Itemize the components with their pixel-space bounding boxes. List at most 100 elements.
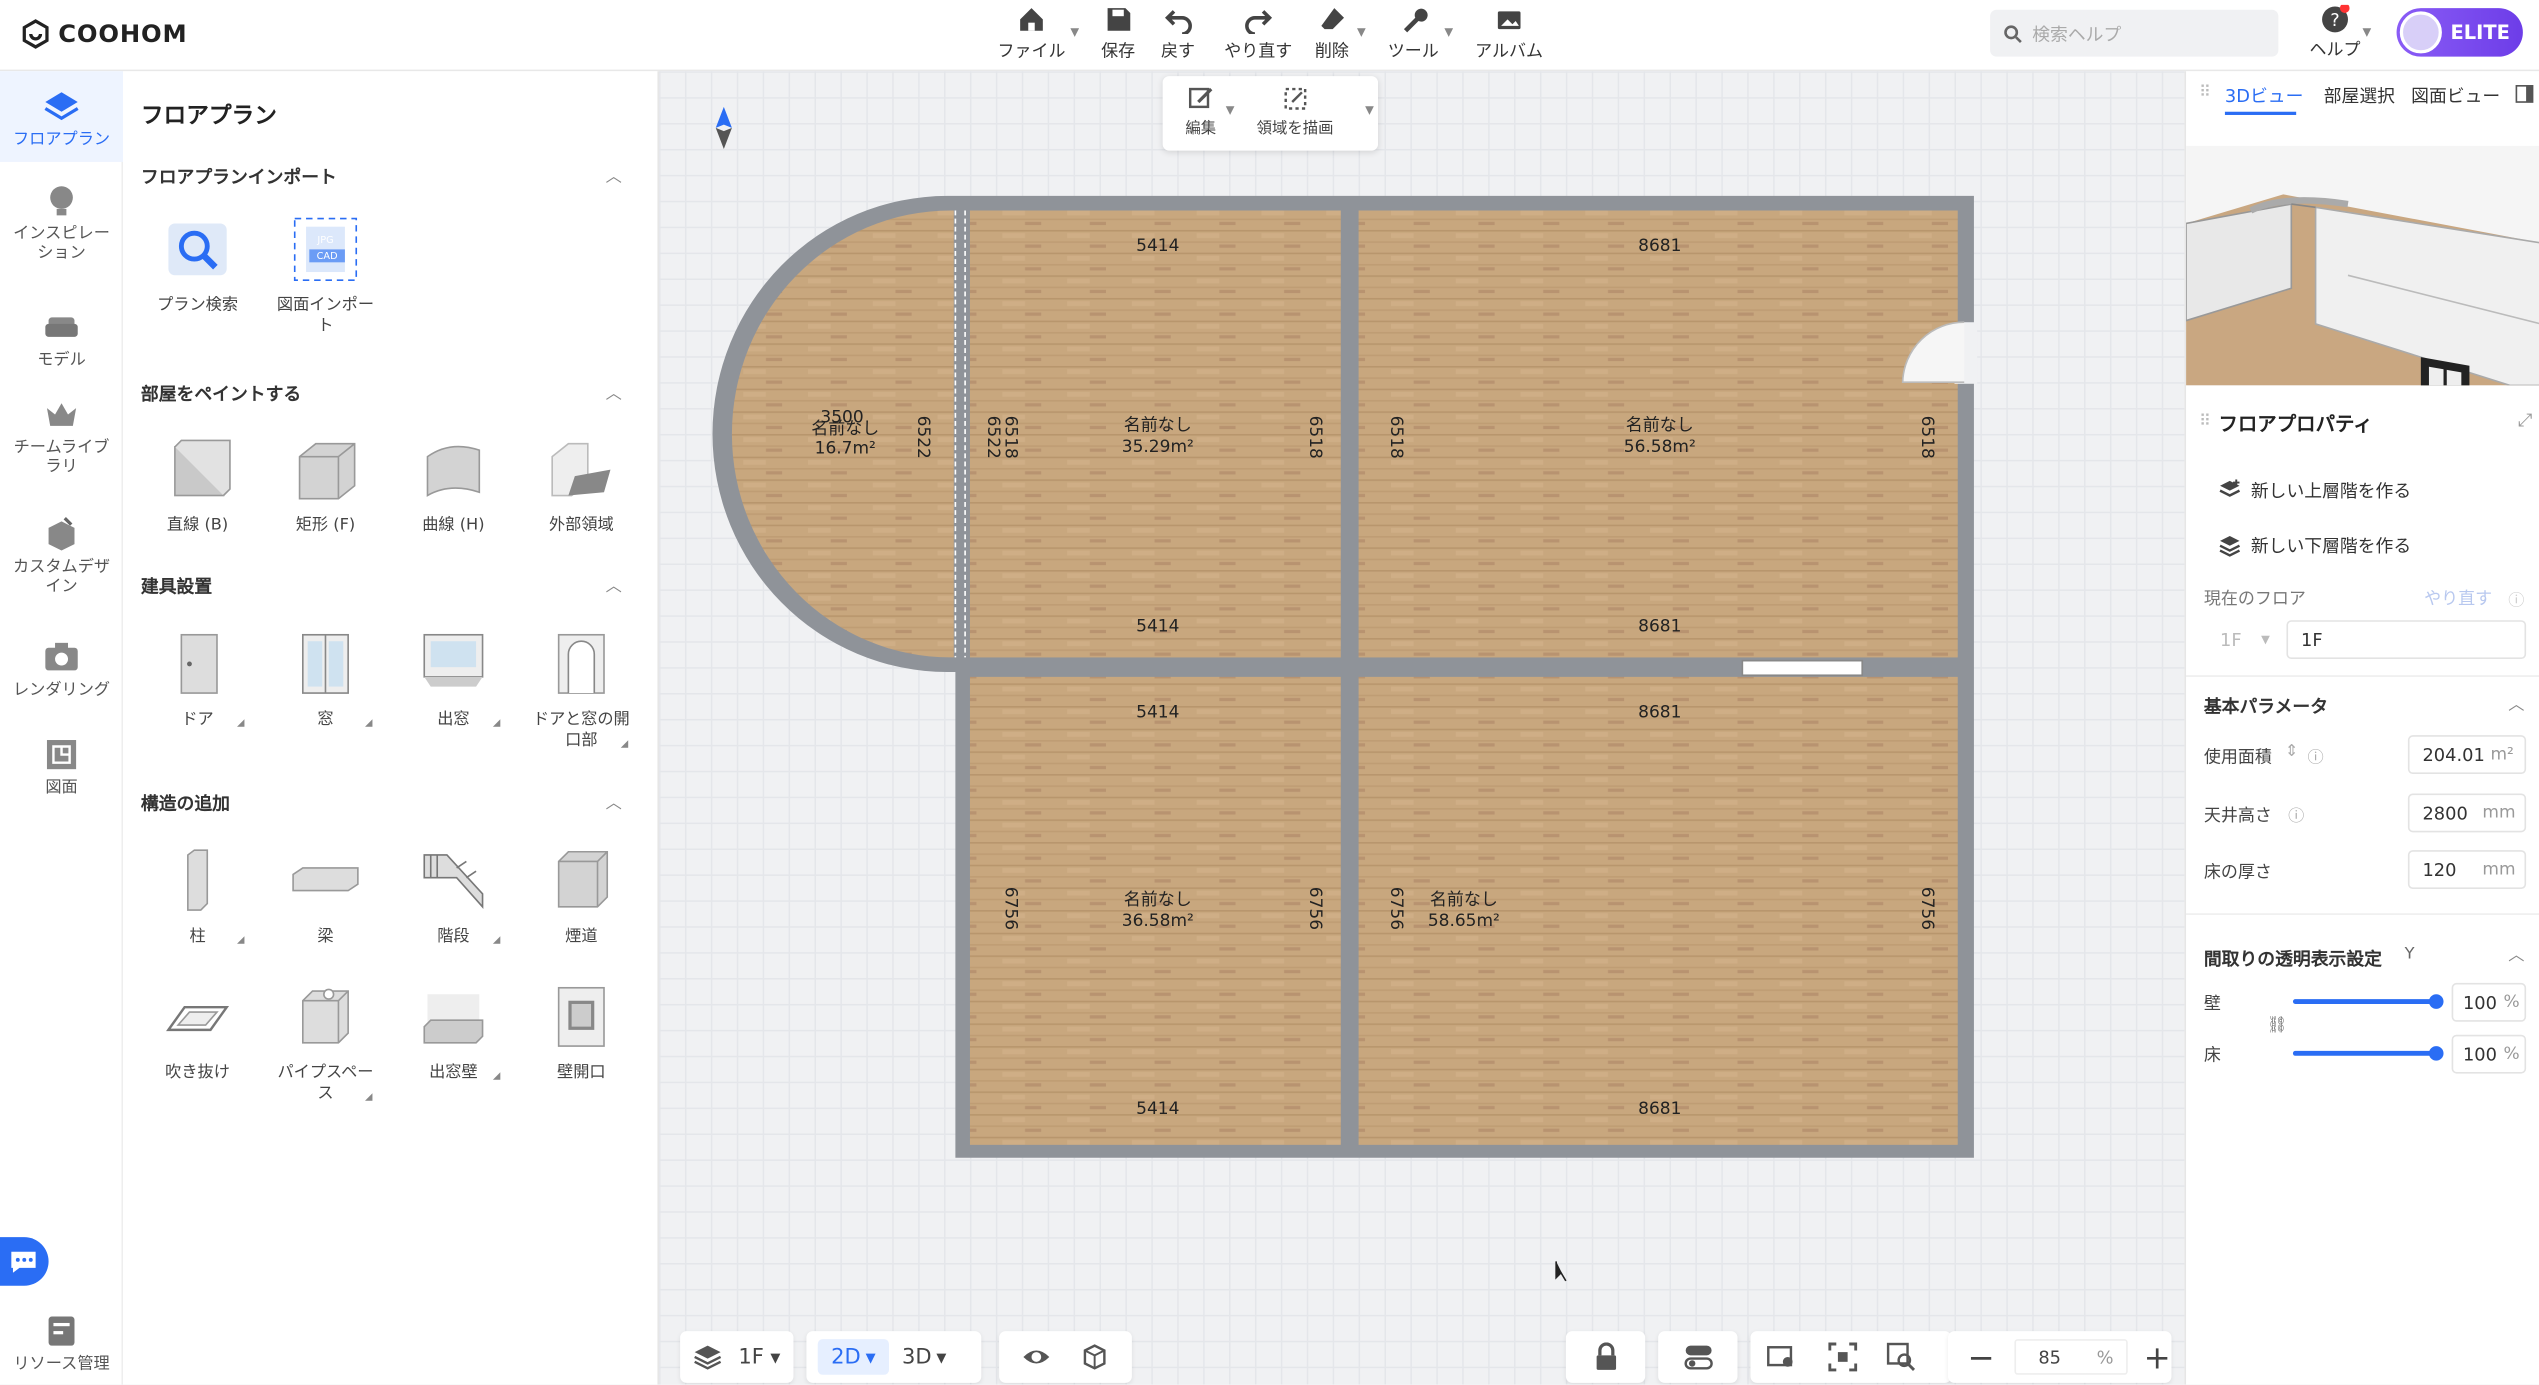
slider-handle[interactable] bbox=[2428, 994, 2444, 1009]
chevron-up-icon[interactable]: ︿ bbox=[606, 789, 622, 813]
bay-window-tile[interactable]: 出窓 ◢ bbox=[390, 628, 516, 730]
svg-text:?: ? bbox=[2330, 10, 2339, 31]
room-name: 名前なし bbox=[1430, 890, 1498, 910]
bay-wall-icon bbox=[423, 994, 484, 1044]
drag-handle-icon[interactable]: ⠿ bbox=[2199, 84, 2211, 102]
chevron-up-icon[interactable]: ︿ bbox=[2508, 690, 2524, 714]
wall-opening-icon bbox=[557, 986, 605, 1047]
chevron-up-icon[interactable]: ︿ bbox=[606, 379, 622, 403]
import-drawing-tile[interactable]: JPG CAD 図面インポート bbox=[262, 214, 388, 337]
undo-button[interactable]: 戻す bbox=[1161, 5, 1195, 67]
plan-search-tile[interactable]: プラン検索 bbox=[134, 214, 260, 316]
file-menu-button[interactable]: ファイル bbox=[997, 5, 1065, 67]
sort-icon[interactable]: ⇕ bbox=[2285, 743, 2299, 761]
room-area: 56.58m² bbox=[1624, 437, 1696, 457]
floor-plan[interactable]: 3500 名前なし 16.7m² 6522 6522 5414 5414 651… bbox=[659, 71, 2184, 1384]
rail-item-rendering[interactable]: レンダリング bbox=[0, 638, 123, 701]
tab-3d-view[interactable]: 3Dビュー bbox=[2225, 83, 2303, 109]
door-tile[interactable]: ドア ◢ bbox=[134, 628, 260, 730]
view-3d-button[interactable]: 3D ▼ bbox=[902, 1345, 946, 1369]
delete-button[interactable]: 削除 bbox=[1315, 5, 1349, 67]
tile-label: 吹き抜け bbox=[165, 1063, 230, 1082]
lock-button[interactable] bbox=[1565, 1331, 1646, 1383]
wall-opening-tile[interactable]: 壁開口 bbox=[518, 981, 644, 1083]
chevron-up-icon[interactable]: ︿ bbox=[606, 162, 622, 186]
help-button[interactable]: ? ヘルプ bbox=[2306, 4, 2364, 67]
floor-select-dropdown[interactable]: 1F ▼ bbox=[2204, 620, 2278, 659]
account-badge[interactable]: ELITE bbox=[2396, 8, 2523, 57]
chat-support-button[interactable] bbox=[0, 1237, 49, 1286]
redo-button[interactable]: やり直す bbox=[1224, 5, 1292, 67]
zoom-in-button[interactable]: + bbox=[2144, 1338, 2171, 1377]
floor-name-input[interactable]: 1F bbox=[2286, 620, 2527, 660]
floor-select-value: 1F bbox=[2220, 629, 2242, 651]
floor-thickness-label: 床の厚さ bbox=[2203, 863, 2272, 883]
pipe-space-tile[interactable]: パイプスペース ◢ bbox=[262, 981, 388, 1104]
rail-item-custom-design[interactable]: カスタムデザイン bbox=[0, 515, 123, 598]
crown-icon bbox=[46, 403, 77, 426]
wall-transparency-slider[interactable] bbox=[2292, 999, 2436, 1004]
layers-icon bbox=[694, 1345, 722, 1370]
toggle-icon bbox=[1683, 1345, 1713, 1370]
window-tile[interactable]: 窓 ◢ bbox=[262, 628, 388, 730]
pipe-space-icon bbox=[301, 988, 349, 1044]
tab-room-select[interactable]: 部屋選択 bbox=[2324, 83, 2395, 109]
floor-transparency-slider[interactable] bbox=[2292, 1050, 2436, 1056]
curve-tool-tile[interactable]: 曲線 (H) bbox=[390, 434, 516, 536]
rail-item-floorplan[interactable]: フロアプラン bbox=[0, 71, 124, 162]
exterior-area-tile[interactable]: 外部領域 bbox=[518, 434, 644, 536]
home-icon bbox=[1020, 8, 1043, 31]
dimension-label: 5414 bbox=[1136, 702, 1179, 722]
chevron-up-icon[interactable]: ︿ bbox=[2508, 941, 2524, 965]
rail-label: 図面 bbox=[45, 778, 78, 797]
chevron-up-icon[interactable]: ︿ bbox=[606, 572, 622, 596]
panel-toggle-icon[interactable] bbox=[2515, 84, 2534, 103]
slider-handle[interactable] bbox=[2428, 1046, 2444, 1061]
rail-item-team-library[interactable]: チームライブラリ bbox=[0, 395, 123, 478]
save-label: 保存 bbox=[1101, 42, 1136, 62]
rectangle-tool-tile[interactable]: 矩形 (F) bbox=[262, 434, 388, 536]
app-logo[interactable]: COOHOM bbox=[19, 16, 187, 52]
info-icon: ⓘ bbox=[2288, 808, 2305, 826]
help-search-input[interactable]: 検索ヘルプ bbox=[1990, 9, 2279, 57]
new-lower-floor-button[interactable]: 新しい下層階を作る bbox=[2218, 533, 2411, 559]
zoom-out-button[interactable]: − bbox=[1967, 1338, 1994, 1377]
sofa-icon bbox=[45, 317, 78, 337]
tools-menu-button[interactable]: ツール bbox=[1388, 5, 1439, 67]
3d-preview[interactable] bbox=[2186, 145, 2539, 386]
mode-2d-label: 2D bbox=[831, 1344, 861, 1370]
current-floor-redo[interactable]: やり直す bbox=[2424, 586, 2492, 610]
toggle-settings-button[interactable] bbox=[1658, 1331, 1738, 1383]
screen-settings-icon[interactable] bbox=[1767, 1342, 1796, 1371]
design-canvas[interactable]: 編集 ▼ 領域を描画 ▼ 3500 名前なし 16.7m² 6522 6522 … bbox=[659, 71, 2185, 1385]
expand-icon[interactable]: ⤢ bbox=[2518, 410, 2532, 433]
rail-item-drawings[interactable]: 図面 bbox=[0, 735, 123, 798]
rail-item-inspiration[interactable]: インスピレーション bbox=[0, 181, 123, 264]
tile-label: 曲線 (H) bbox=[422, 516, 485, 535]
album-button[interactable]: アルバム bbox=[1475, 5, 1543, 67]
line-tool-tile[interactable]: 直線 (B) bbox=[134, 434, 260, 536]
atrium-tile[interactable]: 吹き抜け bbox=[134, 981, 260, 1083]
save-button[interactable]: 保存 bbox=[1101, 5, 1135, 67]
stairs-tile[interactable]: 階段 ◢ bbox=[390, 845, 516, 947]
window-opening[interactable] bbox=[1741, 659, 1864, 677]
rail-item-model[interactable]: モデル bbox=[0, 308, 123, 371]
cube-view-icon[interactable] bbox=[1080, 1342, 1109, 1371]
view-2d-button[interactable]: 2D ▼ bbox=[817, 1339, 889, 1375]
eye-icon[interactable] bbox=[1022, 1342, 1051, 1371]
floor-selector[interactable]: 1F ▼ bbox=[680, 1331, 794, 1383]
zoom-search-icon[interactable] bbox=[1886, 1342, 1916, 1371]
beam-tile[interactable]: 梁 bbox=[262, 845, 388, 947]
zoom-input[interactable]: 85 % bbox=[2014, 1339, 2128, 1375]
drag-handle-icon[interactable]: ⠿ bbox=[2199, 413, 2211, 431]
fit-screen-icon[interactable] bbox=[1828, 1342, 1858, 1372]
flue-tile[interactable]: 煙道 bbox=[518, 845, 644, 947]
new-upper-floor-button[interactable]: 新しい上層階を作る bbox=[2218, 478, 2411, 504]
resource-management-button[interactable]: リソース管理 bbox=[0, 1312, 123, 1375]
bay-wall-tile[interactable]: 出窓壁 ◢ bbox=[390, 981, 516, 1083]
link-icon[interactable]: ⛓ bbox=[2267, 1017, 2288, 1035]
tab-drawing-view[interactable]: 図面ビュー bbox=[2411, 83, 2500, 109]
column-tile[interactable]: 柱 ◢ bbox=[134, 845, 260, 947]
door-window-opening-tile[interactable]: ドアと窓の開口部 ◢ bbox=[518, 628, 644, 751]
dimension-label: 6756 bbox=[1917, 887, 1937, 930]
